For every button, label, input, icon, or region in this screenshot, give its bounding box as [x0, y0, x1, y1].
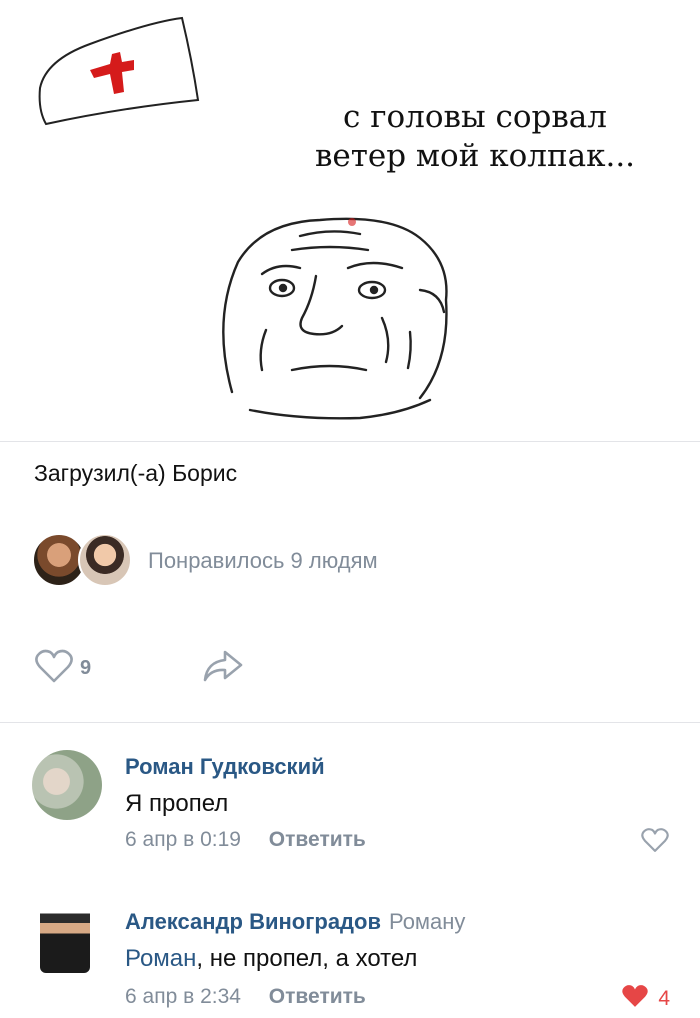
heart-outline-icon	[34, 648, 74, 689]
avatar	[78, 533, 132, 587]
comment-author[interactable]: Роман Гудковский	[125, 754, 325, 780]
uploader-label: Загрузил(-а) Борис	[34, 460, 238, 486]
heart-outline-icon	[640, 827, 670, 858]
heart-filled-icon	[620, 983, 650, 1014]
reply-button[interactable]: Ответить	[269, 828, 366, 851]
comment-meta: 6 апр в 0:19 Ответить	[125, 828, 366, 852]
likes-summary[interactable]: Понравилось 9 людям	[148, 548, 378, 574]
like-count: 9	[80, 656, 92, 679]
avatar[interactable]	[40, 907, 90, 973]
share-button[interactable]	[201, 648, 245, 689]
comment-like-count: 4	[658, 986, 670, 1010]
post-image[interactable]: с головы сорвал ветер мой колпак...	[0, 0, 700, 442]
reply-to-label[interactable]: Роману	[389, 909, 465, 934]
comment-text: Роман, не пропел, а хотел	[125, 945, 417, 973]
comment-time: 6 апр в 0:19	[125, 828, 241, 851]
comment-time: 6 апр в 2:34	[125, 985, 241, 1008]
mention-link[interactable]: Роман	[125, 945, 196, 972]
comment-meta: 6 апр в 2:34 Ответить	[125, 985, 366, 1009]
comment-text-rest: , не пропел, а хотел	[196, 945, 418, 972]
liker-avatars	[32, 533, 132, 589]
comment-text: Я пропел	[125, 790, 229, 817]
meme-drawing	[38, 16, 448, 420]
post-actions: 9	[34, 646, 245, 690]
like-button[interactable]: 9	[34, 648, 91, 689]
meme-caption-line-2: ветер мой колпак...	[314, 138, 636, 174]
likers-row[interactable]: Понравилось 9 людям	[32, 533, 378, 589]
comment-like-button[interactable]: 4	[620, 983, 670, 1014]
comment-author-name[interactable]: Александр Виноградов	[125, 909, 381, 934]
comment-like-button[interactable]	[640, 827, 670, 858]
avatar[interactable]	[32, 750, 102, 820]
meme-caption-line-1: с головы сорвал	[343, 99, 607, 135]
divider	[0, 722, 700, 723]
reply-button[interactable]: Ответить	[269, 985, 366, 1008]
meme-caption: с головы сорвал ветер мой колпак...	[280, 98, 670, 176]
share-arrow-icon	[201, 648, 245, 689]
comment-author: Александр Виноградов Роману	[125, 909, 465, 935]
